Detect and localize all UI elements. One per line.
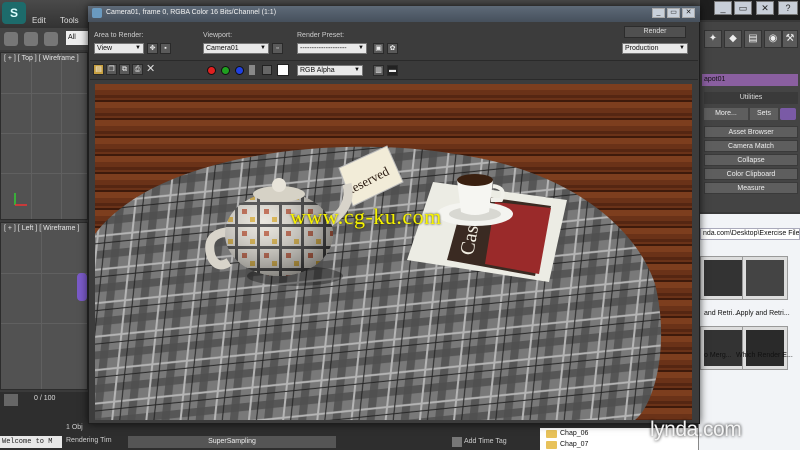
time-tag-icon[interactable] xyxy=(452,437,462,447)
viewport-dropdown[interactable]: Camera01 ▼ xyxy=(203,43,269,54)
area-to-render-label: Area to Render: xyxy=(94,32,144,39)
create-tab-icon[interactable]: ✦ xyxy=(704,30,722,48)
key-icon[interactable] xyxy=(4,394,18,406)
supersampling-progress: SuperSampling xyxy=(128,436,336,448)
production-dropdown[interactable]: Production ▼ xyxy=(622,43,688,54)
camera-match-button[interactable]: Camera Match xyxy=(704,140,798,152)
viewport-left-label[interactable]: [ + ] [ Left ] [ Wireframe ] xyxy=(4,225,79,232)
blue-channel-icon[interactable] xyxy=(235,66,244,75)
minimize-button[interactable]: _ xyxy=(714,1,732,15)
rendering-status: Rendering Tim xyxy=(66,437,112,444)
file-thumbnail[interactable] xyxy=(742,256,788,300)
selection-status: 1 Obj xyxy=(66,424,83,431)
app-logo-icon[interactable]: S xyxy=(2,2,26,24)
viewport-top-label[interactable]: [ + ] [ Top ] [ Wireframe ] xyxy=(4,55,79,62)
viewport-left[interactable]: [ + ] [ Left ] [ Wireframe ] xyxy=(0,222,88,390)
color-swatch[interactable] xyxy=(277,64,289,76)
hierarchy-tab-icon[interactable]: ▤ xyxy=(744,30,762,48)
help-button[interactable]: ? xyxy=(778,1,798,15)
folder-icon xyxy=(546,430,557,438)
area-to-render-dropdown[interactable]: View ▼ xyxy=(94,43,144,54)
monochrome-icon[interactable] xyxy=(262,65,272,75)
rfw-maximize-button[interactable]: ▭ xyxy=(667,8,680,18)
render-setup-icon[interactable]: ▣ xyxy=(373,43,384,54)
red-channel-icon[interactable] xyxy=(207,66,216,75)
asset-browser-button[interactable]: Asset Browser xyxy=(704,126,798,138)
toggle-ui-icon[interactable]: ▬ xyxy=(387,65,398,76)
render-preset-label: Render Preset: xyxy=(297,32,345,39)
render-window-icon xyxy=(92,8,102,18)
green-channel-icon[interactable] xyxy=(221,66,230,75)
modify-tab-icon[interactable]: ◆ xyxy=(724,30,742,48)
teapot-wire-preview xyxy=(77,273,87,301)
viewport-label: Viewport: xyxy=(203,32,233,39)
render-preset-dropdown[interactable]: -------------------- ▼ xyxy=(297,43,367,54)
watermark-text: www.cg-ku.com xyxy=(290,204,442,229)
render-window-title: Camera01, frame 0, RGBA Color 16 Bits/Ch… xyxy=(106,9,277,16)
lynda-logo: lynda.com xyxy=(650,418,742,441)
link-icon[interactable] xyxy=(44,32,58,46)
folder-item[interactable]: Chap_07 xyxy=(560,441,588,448)
motion-tab-icon[interactable]: ◉ xyxy=(764,30,782,48)
display-channel-dropdown[interactable]: RGB Alpha ▼ xyxy=(297,65,363,76)
rendered-image: Casa Reserved xyxy=(95,84,692,420)
auto-region-icon[interactable]: ▪ xyxy=(160,43,171,54)
file-thumbnail-label[interactable]: Apply and Retri... xyxy=(736,310,790,317)
undo-icon[interactable] xyxy=(4,32,18,46)
menu-edit[interactable]: Edit xyxy=(32,16,46,25)
axis-tripod-icon xyxy=(14,193,27,206)
redo-icon[interactable] xyxy=(24,32,38,46)
add-time-tag-button[interactable]: Add Time Tag xyxy=(464,438,507,445)
rfw-minimize-button[interactable]: _ xyxy=(652,8,665,18)
environment-effects-icon[interactable]: ✿ xyxy=(387,43,398,54)
file-thumbnail[interactable] xyxy=(700,326,746,370)
render-button[interactable]: Render xyxy=(624,26,686,38)
viewport-top[interactable]: [ + ] [ Top ] [ Wireframe ] xyxy=(0,52,88,220)
folder-item[interactable]: Chap_06 xyxy=(560,430,588,437)
selection-filter-dropdown[interactable]: All xyxy=(66,31,88,45)
measure-button[interactable]: Measure xyxy=(704,182,798,194)
toggle-ui-overlay-icon[interactable]: ▥ xyxy=(373,65,384,76)
file-thumbnail[interactable] xyxy=(742,326,788,370)
rendered-scene: Casa Reserved xyxy=(95,84,692,420)
clear-image-icon[interactable]: ✕ xyxy=(146,62,155,75)
edit-region-icon[interactable]: ✥ xyxy=(147,43,158,54)
file-thumbnail-label[interactable]: and Retri... xyxy=(704,310,738,317)
folder-icon xyxy=(546,441,557,449)
sets-button[interactable]: Sets xyxy=(750,108,778,120)
configure-sets-icon[interactable] xyxy=(780,108,796,120)
time-slider-counter: 0 / 100 xyxy=(34,395,56,402)
file-thumbnail-label[interactable]: Which Render E... xyxy=(736,352,793,359)
rfw-close-button[interactable]: ✕ xyxy=(682,8,695,18)
utilities-rollout-header[interactable]: Utilities xyxy=(704,92,798,104)
collapse-button[interactable]: Collapse xyxy=(704,154,798,166)
copy-image-icon[interactable]: ❐ xyxy=(106,64,117,75)
save-image-icon[interactable]: ▤ xyxy=(93,64,104,75)
close-button[interactable]: ✕ xyxy=(756,1,774,15)
color-clipboard-button[interactable]: Color Clipboard xyxy=(704,168,798,180)
lock-viewport-icon[interactable]: ▫ xyxy=(272,43,283,54)
clone-window-icon[interactable]: ⧉ xyxy=(119,64,130,75)
explorer-address-bar[interactable]: nda.com\Desktop\Exercise File xyxy=(700,228,800,240)
more-button[interactable]: More... xyxy=(704,108,748,120)
restore-button[interactable]: ▭ xyxy=(734,1,752,15)
object-name-field[interactable]: apot01 xyxy=(702,74,798,86)
print-image-icon[interactable]: ⎙ xyxy=(132,64,143,75)
file-thumbnail-label[interactable]: o Merg... xyxy=(704,352,732,359)
maxscript-listener[interactable]: Welcome to M xyxy=(0,436,62,448)
alpha-channel-icon[interactable] xyxy=(249,65,255,75)
menu-tools[interactable]: Tools xyxy=(60,16,79,25)
utilities-tab-icon[interactable]: ⚒ xyxy=(782,30,798,48)
file-thumbnail[interactable] xyxy=(700,256,746,300)
